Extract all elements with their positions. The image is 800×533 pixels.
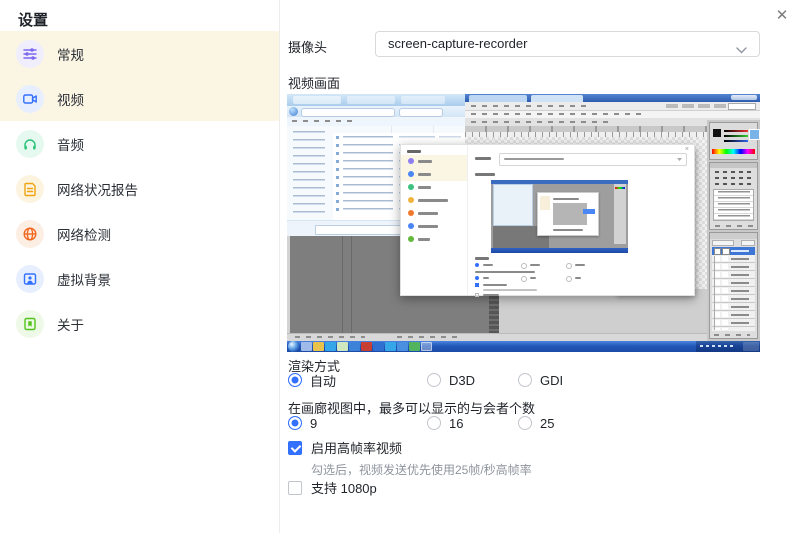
- video-camera-icon: [16, 84, 44, 113]
- globe-icon: [16, 219, 44, 248]
- sidebar-item-audio[interactable]: 音频: [0, 121, 279, 166]
- radio-icon[interactable]: [288, 373, 302, 387]
- virtual-background-icon: [16, 264, 44, 293]
- camera-select[interactable]: screen-capture-recorder: [375, 31, 760, 57]
- sidebar-item-general[interactable]: 常规: [0, 31, 279, 76]
- sidebar-item-label: 常规: [57, 47, 84, 63]
- radio-option-d3d[interactable]: D3D: [427, 373, 518, 388]
- sidebar-item-video[interactable]: 视频: [0, 76, 279, 121]
- nested-mini-preview: [491, 180, 628, 253]
- checkbox-label: 启用高帧率视频: [311, 441, 403, 456]
- photoshop-menubar: [465, 111, 760, 118]
- nested-sidebar: [401, 145, 468, 295]
- camera-label: 摄像头: [288, 40, 328, 55]
- system-tray: [696, 341, 760, 352]
- settings-sidebar: 设置 常规 视频 音频 网络状况报告 网络检测 虚拟背景 关于: [0, 0, 280, 533]
- rainbow-spectrum: [712, 149, 755, 154]
- sidebar-item-label: 音频: [57, 137, 84, 153]
- radio-label: 25: [540, 415, 555, 431]
- windows-taskbar: [287, 341, 760, 352]
- nested-settings-dialog: ×: [400, 144, 695, 297]
- sidebar-item-label: 网络状况报告: [57, 182, 138, 198]
- radio-option-25[interactable]: 25: [518, 416, 554, 431]
- radio-icon[interactable]: [427, 373, 441, 387]
- sidebar-item-label: 网络检测: [57, 227, 111, 243]
- radio-label: 9: [310, 415, 318, 431]
- sidebar-item-about[interactable]: 关于: [0, 301, 279, 346]
- radio-option-16[interactable]: 16: [427, 416, 518, 431]
- radio-icon[interactable]: [288, 416, 302, 430]
- layers-panel: [709, 232, 758, 339]
- render-mode-options: 自动 D3D GDI: [288, 371, 563, 390]
- start-orb: [288, 341, 299, 352]
- sidebar-item-virtual-background[interactable]: 虚拟背景: [0, 256, 279, 301]
- sidebar-item-label: 关于: [57, 317, 84, 333]
- radio-icon[interactable]: [518, 416, 532, 430]
- color-panel: [709, 122, 760, 160]
- video-preview-label: 视频画面: [288, 76, 341, 91]
- radio-option-auto[interactable]: 自动: [288, 371, 427, 390]
- dialog-title: 设置: [18, 12, 49, 29]
- radio-label: 16: [449, 415, 464, 431]
- radio-icon[interactable]: [427, 416, 441, 430]
- checkbox-label: 支持 1080p: [311, 481, 377, 496]
- sidebar-item-label: 视频: [57, 92, 84, 108]
- taskbar-icons: [301, 342, 432, 351]
- settings-main-panel: ✕ 摄像头 screen-capture-recorder 视频画面 × 渲染方…: [280, 0, 800, 533]
- sidebar-item-network-test[interactable]: 网络检测: [0, 211, 279, 256]
- support-1080p-row[interactable]: 支持 1080p: [288, 480, 377, 496]
- photoshop-panels: [707, 120, 760, 341]
- explorer-address-bar: [287, 106, 465, 117]
- photoshop-toolbar: [465, 102, 760, 111]
- radio-option-gdi[interactable]: GDI: [518, 373, 563, 388]
- radio-label: D3D: [449, 372, 476, 388]
- layer-row-selected: [712, 247, 755, 255]
- radio-option-9[interactable]: 9: [288, 416, 427, 431]
- checkbox-icon[interactable]: [288, 480, 302, 495]
- settings-dialog: 设置 常规 视频 音频 网络状况报告 网络检测 虚拟背景 关于 ✕ 摄像头 sc…: [0, 0, 800, 533]
- high-frame-rate-hint: 勾选后，视频发送优先使用25帧/秒高帧率: [311, 463, 532, 477]
- camera-select-value: screen-capture-recorder: [388, 36, 528, 51]
- sidebar-item-label: 虚拟背景: [57, 272, 111, 288]
- radio-label: 自动: [310, 373, 337, 389]
- sidebar-item-network-report[interactable]: 网络状况报告: [0, 166, 279, 211]
- report-document-icon: [16, 174, 44, 203]
- chevron-down-icon: [736, 41, 747, 59]
- explorer-titlebar: [287, 94, 465, 106]
- headphones-icon: [16, 129, 44, 158]
- radio-icon[interactable]: [518, 373, 532, 387]
- actions-panel: [709, 162, 758, 230]
- photoshop-titlebar: [465, 94, 760, 102]
- explorer-nav-pane: [287, 126, 334, 220]
- close-icon[interactable]: ✕: [772, 6, 792, 26]
- checkbox-icon[interactable]: [288, 440, 302, 455]
- about-icon: [16, 309, 44, 338]
- radio-label: GDI: [540, 372, 564, 388]
- video-preview-frame: × ▾ ×: [287, 94, 760, 352]
- high-frame-rate-row[interactable]: 启用高帧率视频: [288, 440, 403, 456]
- sliders-icon: [16, 39, 44, 68]
- status-bar: [287, 333, 707, 341]
- gallery-view-options: 9 16 25: [288, 415, 554, 431]
